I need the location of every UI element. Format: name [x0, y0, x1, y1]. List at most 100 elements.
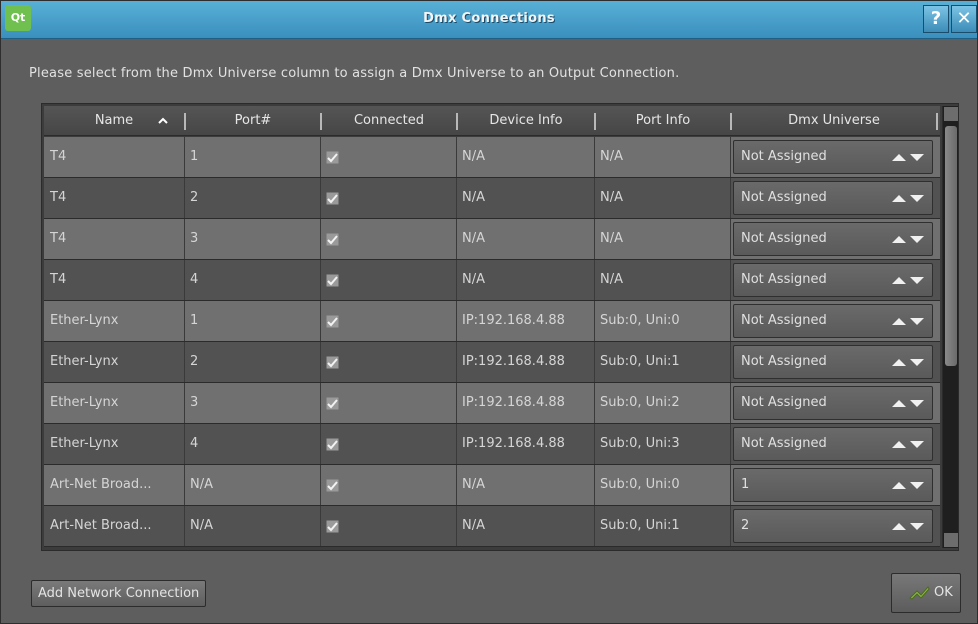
- close-button[interactable]: ✕: [951, 5, 977, 33]
- spin-arrows-icon[interactable]: [890, 234, 926, 244]
- cell-port: 2: [190, 354, 199, 369]
- cell-port-info: N/A: [600, 231, 623, 246]
- connected-checkmark-icon[interactable]: [326, 397, 339, 410]
- dmx-universe-value: 2: [741, 518, 750, 533]
- connections-table: Name Port# Connected Device Info Port In…: [41, 103, 959, 551]
- connected-checkmark-icon[interactable]: [326, 192, 339, 205]
- cell-divider: [320, 342, 321, 382]
- column-header-port-info[interactable]: Port Info: [596, 106, 730, 136]
- table-row[interactable]: Art-Net Broad... N/A N/A Sub:0, Uni:0 1: [44, 465, 940, 506]
- dmx-universe-select[interactable]: 1: [733, 468, 933, 502]
- cell-port-info: N/A: [600, 149, 623, 164]
- cell-name: Ether-Lynx: [50, 313, 119, 328]
- dmx-universe-select[interactable]: Not Assigned: [733, 181, 933, 215]
- table-row[interactable]: T4 3 N/A N/A Not Assigned: [44, 219, 940, 260]
- cell-port: 3: [190, 395, 199, 410]
- cell-port-info: Sub:0, Uni:0: [600, 477, 680, 492]
- ok-label: OK: [934, 585, 953, 600]
- dmx-universe-value: Not Assigned: [741, 149, 827, 164]
- connected-checkmark-icon[interactable]: [326, 274, 339, 287]
- cell-divider: [320, 219, 321, 259]
- cell-divider: [730, 342, 731, 382]
- dmx-universe-select[interactable]: Not Assigned: [733, 304, 933, 338]
- connected-checkmark-icon[interactable]: [326, 520, 339, 533]
- scroll-up-icon[interactable]: [944, 107, 958, 121]
- cell-port: 2: [190, 190, 199, 205]
- dmx-universe-select[interactable]: Not Assigned: [733, 386, 933, 420]
- cell-divider: [730, 383, 731, 423]
- column-header-name[interactable]: Name: [44, 106, 184, 136]
- cell-divider: [730, 465, 731, 505]
- spin-arrows-icon[interactable]: [890, 439, 926, 449]
- add-network-connection-button[interactable]: Add Network Connection: [31, 580, 207, 607]
- cell-port-info: N/A: [600, 190, 623, 205]
- scroll-down-icon[interactable]: [944, 533, 958, 547]
- spin-arrows-icon[interactable]: [890, 521, 926, 531]
- cell-device-info: IP:192.168.4.88: [462, 313, 565, 328]
- table-row[interactable]: T4 2 N/A N/A Not Assigned: [44, 178, 940, 219]
- column-header-connected[interactable]: Connected: [322, 106, 456, 136]
- dmx-universe-value: Not Assigned: [741, 231, 827, 246]
- cell-divider: [730, 506, 731, 546]
- dmx-universe-select[interactable]: Not Assigned: [733, 345, 933, 379]
- cell-divider: [320, 178, 321, 218]
- spin-arrows-icon[interactable]: [890, 398, 926, 408]
- cell-device-info: N/A: [462, 518, 485, 533]
- dmx-universe-select[interactable]: 2: [733, 509, 933, 543]
- cell-name: Ether-Lynx: [50, 395, 119, 410]
- connected-checkmark-icon[interactable]: [326, 233, 339, 246]
- dmx-universe-select[interactable]: Not Assigned: [733, 263, 933, 297]
- table-row[interactable]: Ether-Lynx 1 IP:192.168.4.88 Sub:0, Uni:0 No…: [44, 301, 940, 342]
- cell-device-info: N/A: [462, 190, 485, 205]
- table-row[interactable]: Ether-Lynx 2 IP:192.168.4.88 Sub:0, Uni:1 No…: [44, 342, 940, 383]
- cell-divider: [730, 424, 731, 464]
- cell-device-info: N/A: [462, 272, 485, 287]
- cell-device-info: N/A: [462, 477, 485, 492]
- scrollbar-thumb[interactable]: [945, 126, 957, 366]
- cell-port: 1: [190, 313, 199, 328]
- cell-name: T4: [50, 231, 67, 246]
- spin-arrows-icon[interactable]: [890, 316, 926, 326]
- spin-arrows-icon[interactable]: [890, 152, 926, 162]
- cell-device-info: IP:192.168.4.88: [462, 436, 565, 451]
- cell-name: Art-Net Broad...: [50, 518, 152, 533]
- dmx-universe-select[interactable]: Not Assigned: [733, 140, 933, 174]
- cell-divider: [320, 506, 321, 546]
- column-header-port[interactable]: Port#: [186, 106, 320, 136]
- connected-checkmark-icon[interactable]: [326, 438, 339, 451]
- cell-divider: [320, 301, 321, 341]
- cell-name: T4: [50, 149, 67, 164]
- dmx-universe-select[interactable]: Not Assigned: [733, 427, 933, 461]
- connected-checkmark-icon[interactable]: [326, 356, 339, 369]
- connected-checkmark-icon[interactable]: [326, 151, 339, 164]
- dmx-universe-value: Not Assigned: [741, 190, 827, 205]
- dmx-universe-value: 1: [741, 477, 750, 492]
- dmx-connections-dialog: Qt Dmx Connections ? ✕ Please select fro…: [0, 0, 978, 624]
- dmx-universe-value: Not Assigned: [741, 436, 827, 451]
- ok-button[interactable]: OK: [891, 573, 961, 613]
- table-row[interactable]: Art-Net Broad... N/A N/A Sub:0, Uni:1 2: [44, 506, 940, 547]
- cell-port: N/A: [190, 477, 213, 492]
- connected-checkmark-icon[interactable]: [326, 315, 339, 328]
- cell-port-info: Sub:0, Uni:3: [600, 436, 680, 451]
- spin-arrows-icon[interactable]: [890, 193, 926, 203]
- help-button[interactable]: ?: [923, 5, 949, 33]
- dmx-universe-value: Not Assigned: [741, 272, 827, 287]
- column-header-dmx-universe[interactable]: Dmx Universe: [732, 106, 936, 136]
- table-row[interactable]: T4 1 N/A N/A Not Assigned: [44, 137, 940, 178]
- column-separator[interactable]: [936, 113, 938, 130]
- table-row[interactable]: Ether-Lynx 3 IP:192.168.4.88 Sub:0, Uni:2 No…: [44, 383, 940, 424]
- title-bar: Qt Dmx Connections ? ✕: [1, 1, 977, 39]
- dmx-universe-select[interactable]: Not Assigned: [733, 222, 933, 256]
- connected-checkmark-icon[interactable]: [326, 479, 339, 492]
- cell-divider: [320, 260, 321, 300]
- spin-arrows-icon[interactable]: [890, 275, 926, 285]
- cell-name: Ether-Lynx: [50, 354, 119, 369]
- spin-arrows-icon[interactable]: [890, 480, 926, 490]
- table-row[interactable]: Ether-Lynx 4 IP:192.168.4.88 Sub:0, Uni:3 No…: [44, 424, 940, 465]
- column-header-device-info[interactable]: Device Info: [458, 106, 594, 136]
- spin-arrows-icon[interactable]: [890, 357, 926, 367]
- dmx-universe-value: Not Assigned: [741, 313, 827, 328]
- table-row[interactable]: T4 4 N/A N/A Not Assigned: [44, 260, 940, 301]
- vertical-scrollbar[interactable]: [942, 106, 958, 548]
